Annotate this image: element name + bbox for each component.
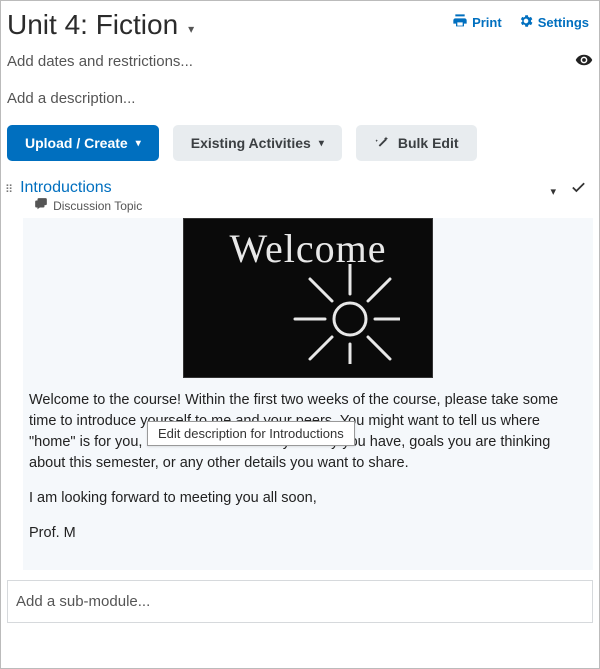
visibility-icon[interactable]	[575, 51, 593, 72]
topic-paragraph-2: I am looking forward to meeting you all …	[29, 488, 579, 509]
completion-check-icon[interactable]	[570, 179, 587, 199]
topic-description-card[interactable]: Welcome Welcome to the course! Within th…	[23, 218, 593, 570]
discussion-icon	[34, 197, 48, 214]
topic-chevron-down-icon[interactable]: ▾	[542, 179, 564, 204]
settings-button[interactable]: Settings	[518, 13, 589, 32]
toolbar: Upload / Create ▾ Existing Activities ▾ …	[1, 125, 599, 175]
print-label: Print	[472, 15, 502, 30]
chevron-down-icon: ▾	[319, 138, 324, 149]
bulk-label: Bulk Edit	[398, 135, 459, 151]
sun-icon	[280, 264, 400, 367]
settings-label: Settings	[538, 15, 589, 30]
topic-title-link[interactable]: Introductions	[20, 179, 536, 197]
print-icon	[452, 13, 468, 32]
page-title[interactable]: Unit 4: Fiction	[7, 9, 178, 41]
title-chevron-down-icon[interactable]: ▾	[188, 22, 194, 36]
topic-type-label: Discussion Topic	[53, 199, 142, 213]
topic-main: Introductions Discussion Topic	[20, 179, 536, 214]
add-submodule-input[interactable]: Add a sub-module...	[7, 580, 593, 623]
upload-label: Upload / Create	[25, 135, 128, 151]
page-header: Unit 4: Fiction ▾ Print Settings	[1, 1, 599, 41]
dates-placeholder[interactable]: Add dates and restrictions...	[7, 53, 575, 70]
existing-activities-button[interactable]: Existing Activities ▾	[173, 125, 342, 161]
chalkboard: Welcome	[183, 218, 433, 378]
wand-icon	[374, 134, 390, 153]
topic-signoff: Prof. M	[29, 523, 579, 544]
chevron-down-icon: ▾	[136, 138, 141, 149]
drag-handle-icon[interactable]: ⠿	[5, 179, 14, 195]
gear-icon	[518, 13, 534, 32]
upload-create-button[interactable]: Upload / Create ▾	[7, 125, 159, 161]
existing-label: Existing Activities	[191, 135, 311, 151]
bulk-edit-button[interactable]: Bulk Edit	[356, 125, 477, 161]
title-wrap: Unit 4: Fiction ▾	[7, 9, 452, 41]
header-actions: Print Settings	[452, 9, 589, 32]
topic-type: Discussion Topic	[20, 197, 536, 214]
topic-body: Welcome to the course! Within the first …	[23, 378, 593, 544]
dates-row: Add dates and restrictions...	[1, 41, 599, 72]
welcome-image: Welcome	[23, 218, 593, 378]
topic-row: ⠿ Introductions Discussion Topic ▾	[1, 175, 599, 218]
edit-description-tooltip: Edit description for Introductions	[147, 421, 355, 446]
description-placeholder[interactable]: Add a description...	[1, 72, 599, 125]
print-button[interactable]: Print	[452, 13, 502, 32]
